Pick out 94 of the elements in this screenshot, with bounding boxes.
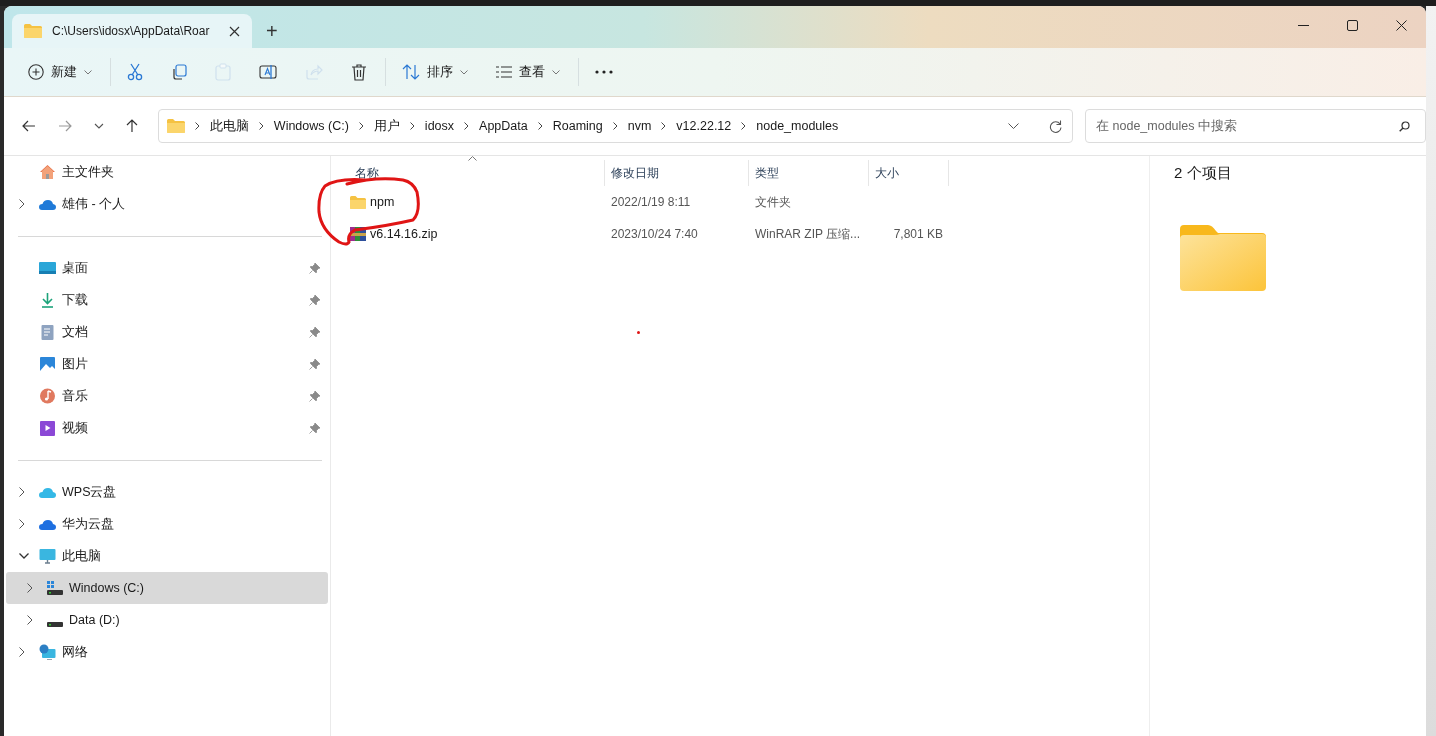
sidebar-item[interactable]: 视频	[6, 412, 328, 444]
chevron-right-icon	[464, 122, 470, 130]
column-header[interactable]: 名称	[331, 160, 605, 186]
breadcrumb-item[interactable]: Roaming	[552, 119, 603, 133]
document-icon	[39, 324, 56, 340]
breadcrumb-item[interactable]: node_modules	[756, 119, 839, 133]
sidebar-item[interactable]: Windows (C:)	[6, 572, 328, 604]
sidebar-item[interactable]: 下载	[6, 284, 328, 316]
monitor-icon	[39, 548, 56, 564]
pin-icon[interactable]	[309, 294, 320, 306]
chevron-right-icon	[612, 122, 618, 130]
house-icon	[39, 164, 56, 180]
sidebar-item[interactable]: 桌面	[6, 252, 328, 284]
list-lines-icon	[496, 66, 512, 78]
sidebar-item[interactable]: 华为云盘	[6, 508, 328, 540]
folder-icon	[1180, 225, 1266, 291]
chevron-right-icon	[358, 122, 364, 130]
sort-caret-icon	[467, 156, 477, 161]
chevron-right-icon[interactable]	[27, 615, 33, 625]
address-bar[interactable]: 此电脑 Windows (C:) 用户 idosx AppData Roaming nvm v12.22.12 node_modules	[157, 109, 1074, 143]
search-field[interactable]: 在 node_modules 中搜索	[1085, 109, 1426, 143]
drive-icon	[47, 581, 63, 595]
chevron-right-icon	[409, 122, 415, 130]
music-note-icon	[39, 388, 56, 404]
chevron-right-icon[interactable]	[27, 583, 33, 593]
file-name-cell[interactable]: v6.14.16.zip	[331, 226, 605, 242]
picture-icon	[39, 356, 56, 372]
back-arrow-icon[interactable]	[22, 120, 36, 132]
sidebar-item[interactable]: 此电脑	[6, 540, 328, 572]
folder-icon	[350, 195, 366, 209]
window-tab[interactable]: C:\Users\idosx\AppData\Roar	[12, 14, 252, 48]
close-icon[interactable]	[229, 25, 240, 37]
breadcrumb-item[interactable]: v12.22.12	[676, 119, 732, 133]
breadcrumb-item[interactable]: idosx	[424, 119, 455, 133]
sidebar-item[interactable]: 主文件夹	[6, 156, 328, 188]
sidebar-item[interactable]: 图片	[6, 348, 328, 380]
breadcrumb-item[interactable]: 用户	[373, 117, 400, 135]
type-cell-text: WinRAR ZIP 压缩...	[754, 225, 862, 243]
size-cell-text: 7,801 KB	[892, 227, 944, 241]
folder-icon	[24, 24, 42, 38]
breadcrumb-item[interactable]: AppData	[479, 119, 528, 133]
file-name-cell[interactable]: npm	[331, 195, 605, 209]
column-header[interactable]: 类型	[749, 160, 869, 186]
plus-circle-icon	[28, 64, 44, 80]
breadcrumb-item[interactable]: Windows (C:)	[273, 119, 349, 133]
globe-monitor-icon	[39, 644, 56, 660]
type-cell-text: 文件夹	[754, 193, 792, 211]
breadcrumb-item[interactable]: nvm	[627, 119, 652, 133]
chevron-down-icon[interactable]	[19, 553, 29, 559]
chevron-right-icon[interactable]	[19, 487, 25, 497]
archive-books-icon	[350, 226, 366, 242]
new-tab-button[interactable]: +	[252, 14, 292, 48]
pin-icon[interactable]	[309, 262, 320, 274]
chevron-right-icon[interactable]	[19, 647, 25, 657]
date-cell-text: 2023/10/24 7:40	[610, 227, 699, 241]
chevron-right-icon	[537, 122, 543, 130]
chevron-down-icon[interactable]	[1008, 123, 1020, 129]
forward-arrow-icon[interactable]	[57, 120, 72, 132]
pin-icon[interactable]	[309, 326, 320, 338]
annotation-dot	[637, 331, 640, 334]
chevron-right-icon	[741, 122, 747, 130]
pin-icon[interactable]	[309, 358, 320, 370]
chevron-right-icon	[194, 122, 200, 130]
refresh-icon[interactable]	[1049, 119, 1063, 133]
toolbar-button[interactable]: 查看	[486, 56, 570, 88]
item-count: 2 个项目	[1174, 164, 1233, 183]
download-icon	[39, 292, 56, 308]
video-icon	[39, 420, 56, 436]
sidebar-item[interactable]: 音乐	[6, 380, 328, 412]
desktop-icon	[39, 260, 56, 276]
column-header[interactable]: 大小	[869, 160, 949, 186]
pin-icon[interactable]	[309, 422, 320, 434]
sidebar-item[interactable]: 雄伟 - 个人	[6, 188, 328, 220]
column-header[interactable]: 修改日期	[605, 160, 749, 186]
pin-icon[interactable]	[309, 390, 320, 402]
tab-title: C:\Users\idosx\AppData\Roar	[52, 24, 211, 38]
drive-icon	[47, 621, 63, 627]
sidebar-item[interactable]: WPS云盘	[6, 476, 328, 508]
toolbar-button[interactable]: 排序	[392, 56, 478, 88]
date-cell-text: 2022/1/19 8:11	[610, 195, 692, 209]
search-icon	[1399, 121, 1410, 132]
chevron-right-icon	[258, 122, 264, 130]
breadcrumb-item[interactable]: 此电脑	[209, 117, 249, 135]
chevron-right-icon	[661, 122, 667, 130]
chevron-right-icon[interactable]	[19, 199, 25, 209]
sidebar-item[interactable]: 文档	[6, 316, 328, 348]
up-arrow-icon[interactable]	[125, 119, 138, 133]
chevron-down-icon[interactable]	[93, 123, 104, 129]
folder-icon	[166, 119, 185, 133]
sort-arrows-icon	[402, 64, 420, 80]
sidebar-item[interactable]: 网络	[6, 636, 328, 668]
sidebar-item[interactable]: Data (D:)	[6, 604, 328, 636]
toolbar-button[interactable]: 新建	[18, 56, 102, 88]
chevron-right-icon[interactable]	[19, 519, 25, 529]
